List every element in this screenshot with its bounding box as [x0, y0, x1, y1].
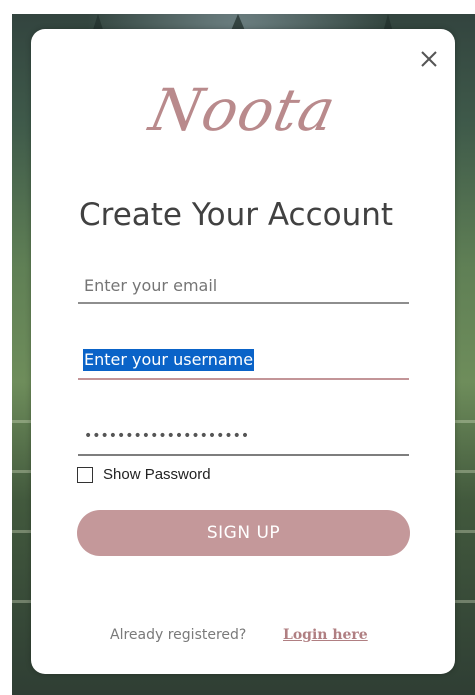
show-password-checkbox[interactable]: [77, 466, 93, 483]
close-icon: [421, 51, 437, 67]
username-field[interactable]: [78, 344, 409, 380]
login-link[interactable]: Login here: [283, 627, 368, 643]
already-registered-text: Already registered?: [110, 627, 247, 643]
username-input[interactable]: [78, 344, 409, 378]
password-field[interactable]: [78, 420, 409, 456]
email-field[interactable]: [78, 268, 409, 304]
show-password-toggle[interactable]: Show Password: [77, 466, 211, 483]
signup-button[interactable]: SIGN UP: [77, 510, 410, 556]
window-edge: [0, 0, 12, 695]
app-logo: Noota: [144, 76, 342, 144]
show-password-label: Show Password: [103, 466, 211, 483]
window-edge: [0, 0, 475, 14]
email-input[interactable]: [78, 268, 409, 302]
page-title: Create Your Account: [79, 197, 394, 233]
password-input[interactable]: [78, 420, 409, 454]
